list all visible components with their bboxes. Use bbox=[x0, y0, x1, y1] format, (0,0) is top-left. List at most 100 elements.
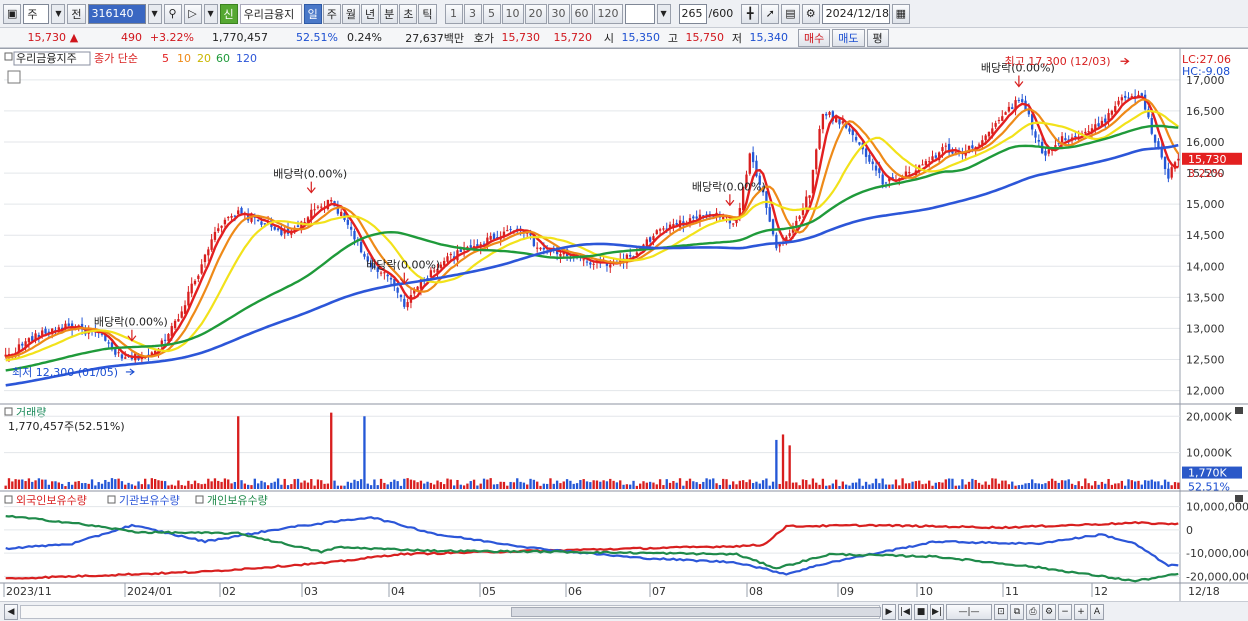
volume-bar bbox=[499, 481, 502, 489]
volume-bar bbox=[1153, 481, 1157, 489]
price-axis-tick: 14,500 bbox=[1186, 229, 1225, 242]
grid-toggle-icon bbox=[7, 70, 21, 84]
period-tab-6[interactable]: 틱 bbox=[418, 3, 437, 24]
count-input[interactable]: 265 bbox=[678, 3, 707, 24]
layout-icon[interactable]: ⊡ bbox=[994, 603, 1008, 620]
volume-bar bbox=[512, 482, 516, 489]
horizontal-scrollbar[interactable] bbox=[20, 604, 881, 619]
candle-body bbox=[808, 195, 811, 198]
copy-icon[interactable]: ⧉ bbox=[1010, 603, 1024, 620]
volume-bar bbox=[655, 484, 658, 489]
volume-bar bbox=[728, 484, 732, 489]
settings-icon[interactable]: ⚙ bbox=[1042, 603, 1056, 620]
date-input[interactable]: 2024/12/18 bbox=[821, 3, 890, 24]
volume-bar bbox=[439, 482, 443, 489]
buy-button[interactable]: 매수 bbox=[798, 28, 831, 47]
save-icon[interactable]: ▤ bbox=[781, 3, 800, 24]
scroll-thumb[interactable] bbox=[511, 606, 881, 617]
scroll-right-icon[interactable]: ▶ bbox=[882, 603, 896, 620]
interval-tab-7[interactable]: 120 bbox=[593, 3, 623, 24]
candle-body bbox=[489, 236, 492, 240]
interval-tab-6[interactable]: 60 bbox=[570, 3, 593, 24]
interval-tab-3[interactable]: 10 bbox=[501, 3, 524, 24]
volume-bar bbox=[748, 479, 751, 489]
volume-bar bbox=[429, 482, 433, 489]
print-icon[interactable]: ⎙ bbox=[1026, 603, 1040, 620]
volume-bar bbox=[622, 484, 625, 489]
bid-label: 호가 bbox=[473, 31, 494, 45]
interval-tab-5[interactable]: 30 bbox=[547, 3, 570, 24]
sell-button[interactable]: 매도 bbox=[832, 28, 865, 47]
candle-body bbox=[180, 311, 183, 318]
volume-bar bbox=[536, 481, 539, 489]
chart-type-select[interactable]: 주 bbox=[23, 3, 50, 24]
volume-bar bbox=[203, 483, 207, 489]
crosshair-icon[interactable]: ╋ bbox=[741, 3, 760, 24]
window-menu-icon[interactable]: ▣ bbox=[3, 3, 22, 24]
volume-bar bbox=[751, 483, 755, 489]
volume-bar bbox=[349, 482, 353, 489]
chevron-down-icon[interactable]: ▼ bbox=[51, 3, 66, 24]
chevron-down-icon[interactable]: ▼ bbox=[203, 3, 218, 24]
period-tab-2[interactable]: 월 bbox=[341, 3, 361, 24]
font-size-icon[interactable]: A bbox=[1090, 603, 1104, 620]
period-tab-3[interactable]: 년 bbox=[361, 3, 380, 24]
first-page-icon[interactable]: |◀ bbox=[898, 603, 912, 620]
period-tab-0[interactable]: 일 bbox=[303, 3, 322, 24]
prev-button[interactable]: 전 bbox=[67, 3, 86, 24]
candle-body bbox=[449, 254, 452, 256]
candle-body bbox=[1064, 138, 1067, 141]
interval-tab-1[interactable]: 3 bbox=[463, 3, 482, 24]
interval-tab-2[interactable]: 5 bbox=[482, 3, 501, 24]
chevron-down-icon[interactable]: ▼ bbox=[656, 3, 671, 24]
investor-axis-tick: 0 bbox=[1186, 524, 1193, 537]
zoom-in-icon[interactable]: + bbox=[1074, 603, 1088, 620]
volume-title: 거래량 bbox=[16, 406, 46, 419]
volume-bar bbox=[934, 482, 937, 489]
volume-bar bbox=[844, 484, 848, 489]
interval-tab-0[interactable]: 1 bbox=[444, 3, 463, 24]
candle-body bbox=[864, 148, 868, 157]
candle-body bbox=[210, 239, 213, 250]
volume-bar bbox=[456, 479, 459, 489]
interval-input[interactable] bbox=[624, 3, 655, 24]
volume-bar bbox=[326, 483, 330, 489]
draw-tool-icon[interactable]: ➚ bbox=[761, 3, 780, 24]
volume-bar bbox=[1104, 483, 1107, 489]
chart-area[interactable]: 17,000 16,500 16,000 15,500 15,000 14,500 14,0… bbox=[0, 48, 1248, 602]
volume-bar bbox=[931, 485, 934, 489]
volume-bar bbox=[359, 479, 363, 489]
investor-axis-tick: 10,000,000 bbox=[1186, 501, 1248, 514]
price-axis-tick: 15,000 bbox=[1186, 198, 1225, 211]
calendar-icon[interactable]: ▦ bbox=[891, 3, 911, 24]
volume-bar bbox=[452, 485, 456, 489]
ma-120-line bbox=[5, 143, 1179, 387]
period-tab-5[interactable]: 초 bbox=[399, 3, 418, 24]
search-icon[interactable]: ⚲ bbox=[163, 3, 182, 24]
volume-bar bbox=[745, 482, 748, 489]
period-tab-1[interactable]: 주 bbox=[322, 3, 341, 24]
candle-body bbox=[858, 142, 861, 145]
volume-bar bbox=[831, 483, 835, 489]
volume-bar bbox=[695, 482, 698, 489]
eval-button[interactable]: 평 bbox=[866, 28, 889, 47]
volume-bar bbox=[11, 481, 14, 489]
scroll-left-icon[interactable]: ◀ bbox=[4, 603, 18, 620]
stop-icon[interactable]: ■ bbox=[914, 603, 928, 620]
volume-bar bbox=[775, 439, 778, 489]
zoom-out-icon[interactable]: − bbox=[1058, 603, 1072, 620]
x-axis-right-label: 12/18 bbox=[1188, 585, 1220, 598]
volume-bar bbox=[741, 480, 745, 489]
interval-tab-4[interactable]: 20 bbox=[524, 3, 547, 24]
stock-code-input[interactable]: 316140 bbox=[87, 3, 146, 24]
chevron-down-icon[interactable]: ▼ bbox=[147, 3, 162, 24]
chart-canvas[interactable]: 17,00016,50016,00015,50015,00014,50014,0… bbox=[0, 49, 1248, 602]
volume-bar bbox=[629, 484, 632, 489]
zoom-slider[interactable]: —|— bbox=[946, 603, 992, 620]
last-page-icon[interactable]: ▶| bbox=[930, 603, 944, 620]
speaker-icon[interactable]: ▷ bbox=[183, 3, 202, 24]
candle-body bbox=[848, 128, 851, 132]
gear-icon[interactable]: ⚙ bbox=[801, 3, 820, 24]
volume-bar bbox=[266, 485, 270, 489]
period-tab-4[interactable]: 분 bbox=[380, 3, 399, 24]
